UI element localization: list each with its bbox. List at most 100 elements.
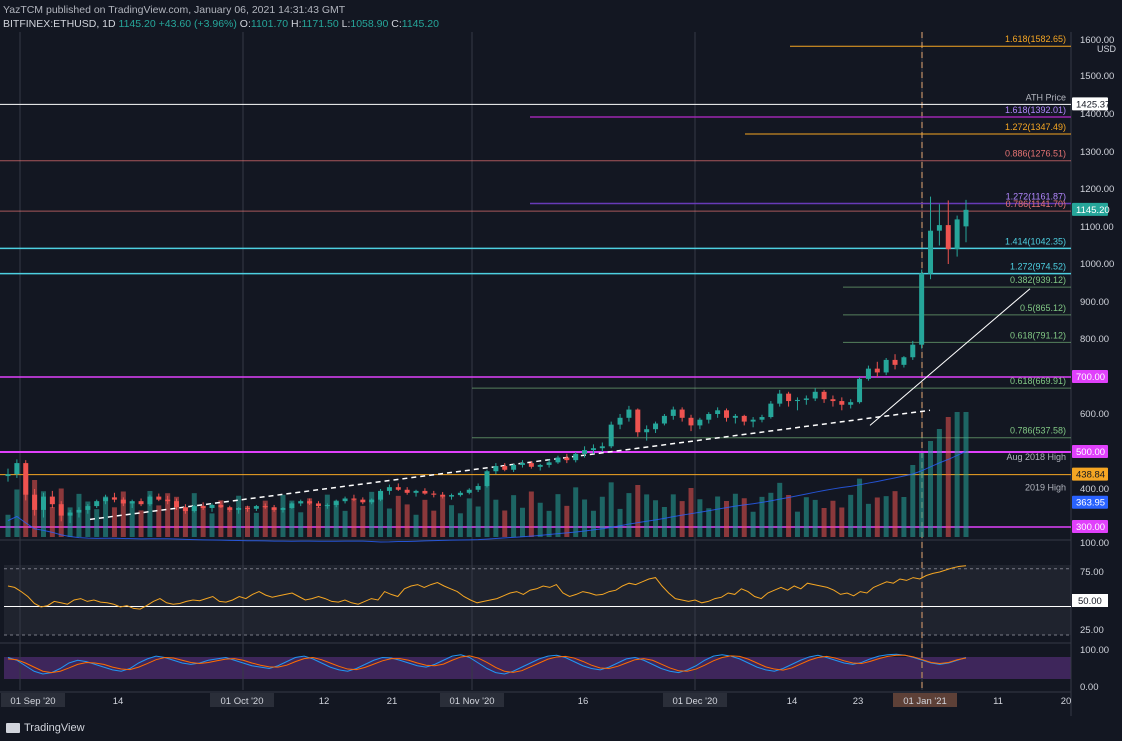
candle-body <box>732 415 738 418</box>
candle-body <box>910 344 916 358</box>
volume-bar <box>227 508 233 537</box>
candle-body <box>395 487 401 490</box>
candle-body <box>936 225 942 231</box>
stoch-axis-tick: 100.00 <box>1080 645 1109 656</box>
candle-body <box>209 504 215 508</box>
price-axis-tick: 1000.00 <box>1080 259 1114 270</box>
volume-bar <box>919 453 925 537</box>
currency-label: USD <box>1097 44 1117 54</box>
price-change: +43.60 (+3.96%) <box>158 18 237 30</box>
candle-body <box>786 393 792 402</box>
candle-body <box>289 503 295 508</box>
x-axis-tick: 01 Oct '20 <box>220 696 263 707</box>
candle-body <box>608 424 614 447</box>
candle-body <box>413 490 419 493</box>
price-tag-label: 300.00 <box>1076 522 1105 533</box>
candle-body <box>928 230 934 274</box>
volume-bar <box>236 495 242 537</box>
x-axis-tick: 14 <box>787 696 798 707</box>
candle-body <box>661 415 667 424</box>
candle-body <box>262 506 268 508</box>
open-value: 1101.70 <box>250 18 289 30</box>
candle-body <box>697 419 703 426</box>
volume-bar <box>954 412 960 537</box>
candle-body <box>182 507 188 512</box>
fib-level-label: 0.618(791.12) <box>1010 330 1066 340</box>
volume-bar <box>644 494 650 537</box>
candle-body <box>670 409 676 416</box>
candle-body <box>5 474 11 477</box>
candle-body <box>129 501 135 504</box>
stoch-axis-tick: 0.00 <box>1080 682 1099 693</box>
candle-body <box>360 499 366 503</box>
low-value: 1058.90 <box>350 18 389 30</box>
tradingview-brand: TradingView <box>24 722 85 734</box>
candle-body <box>315 503 321 507</box>
candle-body <box>653 423 659 430</box>
volume-bar <box>945 417 951 537</box>
candle-body <box>40 496 46 510</box>
candle-body <box>963 209 969 227</box>
fib-level-label: 0.5(865.12) <box>1020 303 1066 313</box>
volume-bar <box>395 495 401 537</box>
candle-body <box>342 498 348 502</box>
volume-bar <box>271 507 277 537</box>
candle-body <box>457 492 463 496</box>
price-axis-tick: 1300.00 <box>1080 147 1114 158</box>
candle-body <box>794 399 800 402</box>
candle-body <box>945 225 951 250</box>
candle-body <box>431 493 437 495</box>
candle-body <box>599 446 605 449</box>
volume-bar <box>865 503 871 537</box>
tradingview-logo[interactable]: TradingView <box>6 722 85 734</box>
volume-bar <box>697 499 703 537</box>
price-tag-label: 1145.20 <box>1076 205 1110 216</box>
volume-bar <box>475 506 481 537</box>
volume-bar <box>661 507 667 537</box>
volume-bar <box>679 501 685 537</box>
price-chart[interactable]: 1.618(1582.65) ATH Price 1.618(1392.01) 1.2… <box>0 0 1122 741</box>
volume-bar <box>493 499 499 537</box>
volume-bar <box>511 495 517 537</box>
candle-body <box>644 429 650 433</box>
candle-body <box>280 508 286 510</box>
volume-bar <box>653 500 659 537</box>
price-axis-tick: 400.00 <box>1080 484 1109 495</box>
candle-body <box>679 409 685 418</box>
x-axis-tick: 11 <box>993 696 1003 707</box>
candle-body <box>954 219 960 250</box>
volume-bar <box>546 510 552 537</box>
volume-bar <box>351 498 357 537</box>
volume-bar <box>200 505 206 537</box>
volume-bar <box>449 505 455 537</box>
fib-level-label: 0.886(1276.51) <box>1005 149 1066 159</box>
volume-bar <box>732 493 738 537</box>
candle-body <box>271 507 277 510</box>
candle-body <box>218 504 224 508</box>
candle-body <box>58 504 64 516</box>
volume-bar <box>794 511 800 537</box>
volume-bar <box>457 513 463 537</box>
candle-body <box>298 501 304 504</box>
volume-bar <box>253 512 259 537</box>
fib-level-label: ATH Price <box>1026 92 1066 102</box>
volume-bar <box>528 491 534 537</box>
volume-bar <box>803 497 809 537</box>
volume-bar <box>874 497 880 537</box>
high-value: 1171.50 <box>301 18 339 30</box>
footer-bar <box>0 716 1122 741</box>
close-label: C: <box>391 18 402 30</box>
volume-bar <box>111 507 117 537</box>
candle-body <box>475 486 481 490</box>
volume-bar <box>724 501 729 537</box>
candle-body <box>803 398 809 400</box>
volume-bar <box>768 492 774 537</box>
volume-bar <box>883 496 889 537</box>
volume-bar <box>928 441 934 537</box>
candle-body <box>519 463 525 465</box>
volume-bar <box>635 485 641 537</box>
candle-body <box>85 506 91 510</box>
chart-header: YazTCM published on TradingView.com, Jan… <box>3 3 439 31</box>
volume-bar <box>484 479 490 537</box>
candle-body <box>848 402 854 405</box>
